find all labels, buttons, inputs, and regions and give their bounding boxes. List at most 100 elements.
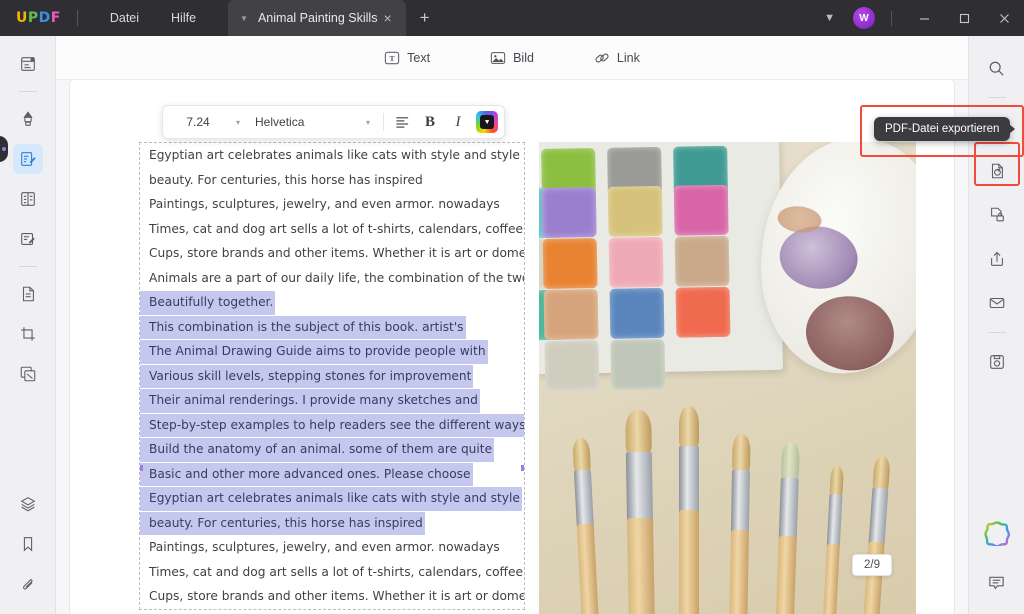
share-button[interactable]: [982, 244, 1012, 274]
text-lines-container: Egyptian art celebrates animals like cat…: [140, 143, 524, 610]
toolbar-item-bild[interactable]: Bild: [482, 46, 542, 70]
annotate-pen-icon: [19, 230, 37, 248]
ai-sparkle-icon: [984, 520, 1010, 546]
text-line-selected: Their animal renderings. I provide many …: [140, 389, 480, 413]
email-button[interactable]: [982, 288, 1012, 318]
ai-assistant-button[interactable]: [984, 520, 1010, 546]
sidebar-item-markup-tool[interactable]: [13, 104, 43, 134]
minimize-button[interactable]: [904, 0, 944, 36]
sidebar-item-reader-tool[interactable]: [13, 49, 43, 79]
text-box-icon: T: [384, 50, 400, 66]
close-icon[interactable]: ×: [377, 11, 397, 25]
new-tab-button[interactable]: +: [406, 0, 444, 36]
text-line-plain: Egyptian art celebrates animals like cat…: [140, 148, 520, 162]
sidebar-item-organize-tool[interactable]: [13, 359, 43, 389]
font-family-select[interactable]: Helvetica: [249, 115, 357, 129]
text-line[interactable]: Paintings, sculptures, jewelry, and even…: [140, 535, 524, 560]
toolbar-item-text[interactable]: T Text: [376, 46, 438, 70]
toolbar-item-link-label: Link: [617, 51, 640, 65]
link-icon: [594, 50, 610, 66]
chevron-down-icon[interactable]: ▼: [234, 14, 258, 23]
text-line-selected: Egyptian art celebrates animals like cat…: [140, 487, 522, 511]
close-icon: [999, 13, 1010, 24]
font-family-chevron-down-icon[interactable]: ▾: [357, 118, 379, 127]
export-document-icon: [988, 162, 1006, 180]
search-button[interactable]: [982, 53, 1012, 83]
title-bar: U P D F Datei Hilfe ▼ Animal Painting Sk…: [0, 0, 1024, 36]
text-line[interactable]: Cups, store brands and other items. Whet…: [140, 241, 524, 266]
font-size-chevron-down-icon[interactable]: ▾: [227, 118, 249, 127]
bold-button[interactable]: B: [416, 110, 444, 134]
text-line[interactable]: The Animal Drawing Guide aims to provide…: [140, 339, 524, 364]
save-snapshot-button[interactable]: [982, 347, 1012, 377]
text-line[interactable]: beauty. For centuries, this horse has in…: [140, 511, 524, 536]
text-line[interactable]: beauty. For centuries, this horse has in…: [140, 168, 524, 193]
avatar[interactable]: W: [853, 7, 875, 29]
sidebar-item-annotate-tool[interactable]: [13, 224, 43, 254]
text-line[interactable]: Egyptian art celebrates animals like cat…: [140, 143, 524, 168]
font-size-input[interactable]: 7.24: [169, 115, 227, 129]
text-line-plain: beauty. For centuries, this horse has in…: [140, 173, 423, 187]
menu-hilfe[interactable]: Hilfe: [155, 11, 212, 25]
text-color-picker-button[interactable]: ▼: [476, 111, 498, 133]
text-line[interactable]: Times, cat and dog art sells a lot of t-…: [140, 217, 524, 242]
text-line[interactable]: Animals are a part of our daily life, th…: [140, 266, 524, 291]
text-line[interactable]: Basic and other more advanced ones. Plea…: [140, 462, 524, 487]
tab-animal-painting-skills[interactable]: ▼ Animal Painting Skills ×: [228, 0, 406, 36]
text-line[interactable]: Their animal renderings. I provide many …: [140, 388, 524, 413]
more-options-chevron-icon[interactable]: ▼: [810, 12, 849, 24]
close-window-button[interactable]: [984, 0, 1024, 36]
titlebar-divider: [77, 10, 78, 26]
window-controls-divider: [891, 11, 892, 26]
document-viewport[interactable]: 7.24 ▾ Helvetica ▾ B I ▼ Egyptian art ce…: [56, 80, 968, 614]
text-line[interactable]: Step-by-step examples to help readers se…: [140, 413, 524, 438]
document-image[interactable]: 2/9: [539, 142, 916, 614]
text-line[interactable]: Various skill levels, stepping stones fo…: [140, 364, 524, 389]
sidebar-item-bookmarks-panel[interactable]: [13, 529, 43, 559]
editable-text-block[interactable]: Egyptian art celebrates animals like cat…: [139, 142, 525, 610]
text-line[interactable]: Paintings, sculptures, jewelry, and even…: [140, 192, 524, 217]
menu-datei[interactable]: Datei: [94, 11, 155, 25]
export-pdf-button[interactable]: [982, 156, 1012, 186]
envelope-icon: [988, 294, 1006, 312]
text-line[interactable]: Beautifully together.: [140, 290, 524, 315]
updf-application-window: U P D F Datei Hilfe ▼ Animal Painting Sk…: [0, 0, 1024, 614]
text-line[interactable]: Build the anatomy of an animal. some of …: [140, 437, 524, 462]
layers-icon: [19, 495, 37, 513]
maximize-button[interactable]: [944, 0, 984, 36]
align-left-icon: [395, 115, 410, 130]
maximize-icon: [959, 13, 970, 24]
sidebar-item-attachments-panel[interactable]: [13, 569, 43, 599]
toolbar-item-link[interactable]: Link: [586, 46, 648, 70]
share-upload-icon: [988, 250, 1006, 268]
logo-letter-p: P: [28, 10, 39, 26]
lock-document-icon: [988, 206, 1006, 224]
save-disk-icon: [988, 353, 1006, 371]
sidebar-item-form-tool[interactable]: [13, 184, 43, 214]
sidebar-item-edit-text-tool[interactable]: [13, 144, 43, 174]
titlebar-right-group: ▼ W: [810, 0, 1024, 36]
italic-button[interactable]: I: [444, 110, 472, 134]
text-line-plain: Paintings, sculptures, jewelry, and even…: [140, 540, 500, 554]
align-left-button[interactable]: [388, 110, 416, 134]
toolbar-item-bild-label: Bild: [513, 51, 534, 65]
protect-button[interactable]: [982, 200, 1012, 230]
sidebar-item-crop-tool[interactable]: [13, 319, 43, 349]
text-line[interactable]: Cups, store brands and other items. Whet…: [140, 584, 524, 609]
text-line[interactable]: Egyptian art celebrates animals like cat…: [140, 486, 524, 511]
selection-handle-right[interactable]: [521, 465, 525, 471]
text-line-plain: Animals are a part of our daily life, th…: [140, 271, 525, 285]
text-line[interactable]: This combination is the subject of this …: [140, 315, 524, 340]
paperclip-icon: [19, 575, 37, 593]
selection-handle-left[interactable]: [139, 465, 143, 471]
text-line-selected: Build the anatomy of an animal. some of …: [140, 438, 494, 462]
pdf-page[interactable]: 7.24 ▾ Helvetica ▾ B I ▼ Egyptian art ce…: [70, 80, 954, 614]
comments-button[interactable]: [982, 567, 1012, 597]
sidebar-collapse-handle[interactable]: [0, 136, 8, 162]
edit-document-icon: [19, 150, 37, 168]
sidebar-item-page-tool[interactable]: [13, 279, 43, 309]
sidebar-item-layers-panel[interactable]: [13, 489, 43, 519]
text-line[interactable]: Times, cat and dog art sells a lot of t-…: [140, 560, 524, 585]
text-line[interactable]: Animals are a part of our daily life, th…: [140, 609, 524, 611]
text-line-selected: The Animal Drawing Guide aims to provide…: [140, 340, 488, 364]
